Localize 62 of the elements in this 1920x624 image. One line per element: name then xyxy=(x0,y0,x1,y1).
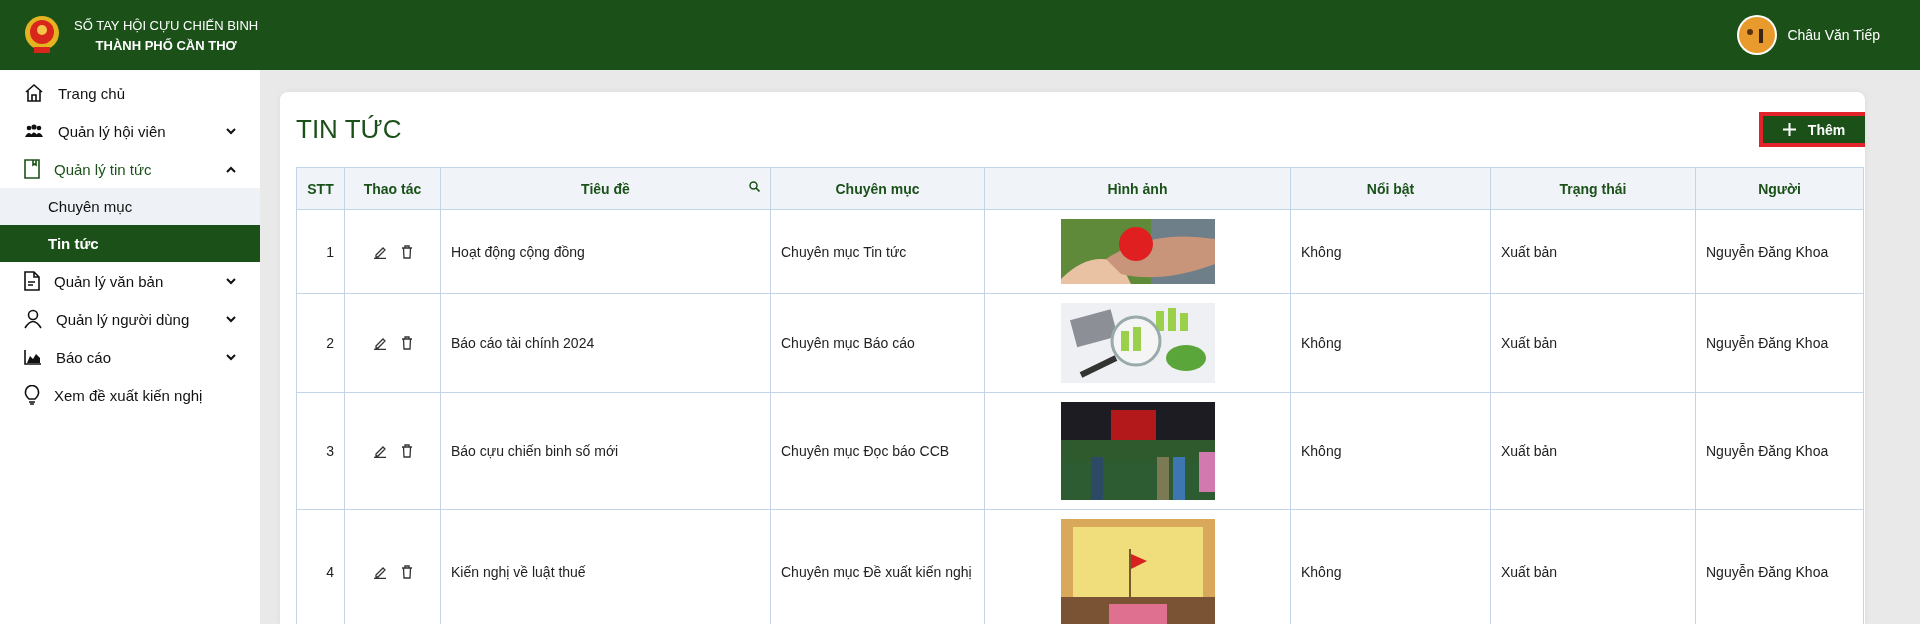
table-cell: 4 xyxy=(296,509,345,624)
column-header: Người xyxy=(1695,167,1864,210)
column-header: Nổi bật xyxy=(1290,167,1491,210)
search-icon[interactable] xyxy=(749,181,760,192)
lightbulb-icon xyxy=(24,385,40,405)
plus-icon xyxy=(1782,123,1796,136)
sidebar-item[interactable]: Quản lý văn bản xyxy=(0,262,260,300)
people-icon xyxy=(24,123,44,139)
home-icon xyxy=(24,83,44,103)
sidebar-subitem[interactable]: Tin tức xyxy=(0,225,260,262)
sidebar-item[interactable]: Quản lý hội viên xyxy=(0,112,260,150)
page-title: TIN TỨC xyxy=(296,114,402,145)
table-cell: Báo cáo tài chính 2024 xyxy=(440,293,771,393)
app-subtitle: THÀNH PHỐ CẦN THƠ xyxy=(95,37,237,53)
table-cell: Không xyxy=(1290,209,1491,294)
table-cell: Không xyxy=(1290,293,1491,393)
app-title: SỐ TAY HỘI CỰU CHIẾN BINH xyxy=(74,17,259,33)
area-chart-icon xyxy=(24,349,42,365)
sidebar-item[interactable]: Quản lý tin tức xyxy=(0,150,260,188)
chevron-down-icon xyxy=(226,127,236,135)
emblem-logo xyxy=(24,14,60,56)
table-cell: Nguyễn Đăng Khoa xyxy=(1695,209,1864,294)
table-cell: Chuyên mục Báo cáo xyxy=(770,293,985,393)
table-cell: Báo cựu chiến binh số mới xyxy=(440,392,771,510)
table-cell: Nguyễn Đăng Khoa xyxy=(1695,392,1864,510)
table-cell: Xuất bản xyxy=(1490,209,1696,294)
delete-icon[interactable] xyxy=(400,336,413,350)
chevron-up-icon xyxy=(226,165,236,173)
table-cell: Không xyxy=(1290,392,1491,510)
chevron-down-icon xyxy=(226,277,236,285)
table-cell: Nguyễn Đăng Khoa xyxy=(1695,293,1864,393)
delete-icon[interactable] xyxy=(400,244,413,259)
column-header: STT xyxy=(296,167,345,210)
sidebar-item[interactable]: Báo cáo xyxy=(0,338,260,376)
chevron-down-icon xyxy=(226,315,236,323)
column-header: Trạng thái xyxy=(1490,167,1696,210)
delete-icon[interactable] xyxy=(400,444,413,458)
sidebar-item[interactable]: Xem đề xuất kiến nghị xyxy=(0,376,260,414)
sidebar-item[interactable]: Trang chủ xyxy=(0,74,260,112)
column-header: Chuyên mục xyxy=(770,167,985,210)
user-name[interactable]: Châu Văn Tiếp xyxy=(1787,27,1880,43)
table-cell: Hoạt động cộng đồng xyxy=(440,209,771,294)
table-cell: Chuyên mục Tin tức xyxy=(770,209,985,294)
chevron-down-icon xyxy=(226,353,236,361)
sidebar-item[interactable]: Quản lý người dùng xyxy=(0,300,260,338)
table-cell: 1 xyxy=(296,209,345,294)
table-cell: 3 xyxy=(296,392,345,510)
document-icon xyxy=(24,271,40,291)
table-cell: Xuất bản xyxy=(1490,392,1696,510)
delete-icon[interactable] xyxy=(400,564,413,579)
table-cell: 2 xyxy=(296,293,345,393)
edit-icon[interactable] xyxy=(372,336,387,350)
edit-icon[interactable] xyxy=(372,444,387,458)
table-cell: Chuyên mục Đọc báo CCB xyxy=(770,392,985,510)
avatar[interactable] xyxy=(1737,15,1778,55)
table-cell: Xuất bản xyxy=(1490,293,1696,393)
column-header: Thao tác xyxy=(344,167,441,210)
user-icon xyxy=(24,309,42,329)
column-header: Tiêu đề xyxy=(440,167,771,210)
bookmark-page-icon xyxy=(24,159,40,179)
sidebar-subitem[interactable]: Chuyên mục xyxy=(0,188,260,225)
column-header: Hình ảnh xyxy=(984,167,1291,210)
